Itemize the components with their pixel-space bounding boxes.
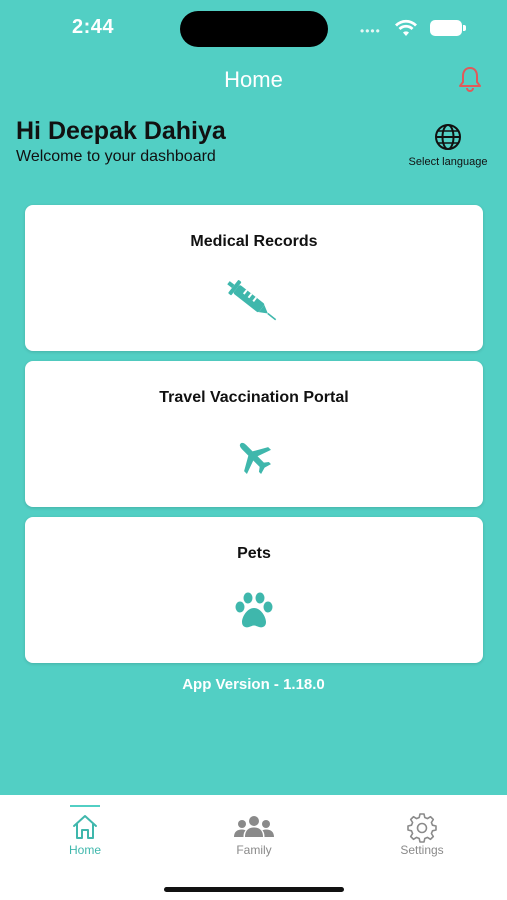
battery-icon — [430, 20, 466, 36]
welcome-subtitle: Welcome to your dashboard — [16, 148, 216, 165]
tab-settings[interactable]: Settings — [372, 795, 472, 875]
bell-icon[interactable] — [455, 64, 485, 94]
bottom-tab-bar: Home Family Settings — [0, 795, 507, 900]
tab-label: Family — [236, 843, 272, 857]
medical-records-card[interactable]: Medical Records — [25, 205, 483, 351]
tab-label: Settings — [400, 843, 444, 857]
syringe-icon — [227, 280, 277, 321]
tab-family[interactable]: Family — [204, 795, 304, 875]
home-indicator — [164, 887, 344, 892]
globe-icon — [435, 124, 461, 150]
gear-icon — [407, 813, 437, 843]
tab-home[interactable]: Home — [35, 795, 135, 875]
home-icon — [73, 815, 97, 839]
card-title: Medical Records — [190, 233, 318, 250]
airplane-icon — [239, 442, 271, 474]
status-icons: •••• — [360, 18, 470, 38]
family-icon — [234, 816, 274, 837]
status-bar: 2:44 •••• — [0, 0, 507, 60]
tab-label: Home — [68, 843, 101, 857]
signal-icon: •••• — [360, 24, 381, 38]
card-title: Travel Vaccination Portal — [159, 389, 349, 406]
card-title: Pets — [237, 545, 271, 562]
select-language-button[interactable]: Select language — [400, 120, 496, 168]
paw-icon — [235, 592, 273, 628]
travel-vaccination-card[interactable]: Travel Vaccination Portal — [25, 361, 483, 507]
dynamic-island — [180, 11, 328, 47]
pets-card[interactable]: Pets — [25, 517, 483, 663]
active-tab-indicator — [70, 805, 100, 807]
page-title: Home — [224, 67, 283, 92]
select-language-label: Select language — [408, 156, 488, 168]
status-time: 2:44 — [72, 16, 115, 38]
app-version: App Version - 1.18.0 — [182, 676, 325, 693]
wifi-icon — [395, 19, 417, 36]
greeting-title: Hi Deepak Dahiya — [16, 117, 226, 145]
